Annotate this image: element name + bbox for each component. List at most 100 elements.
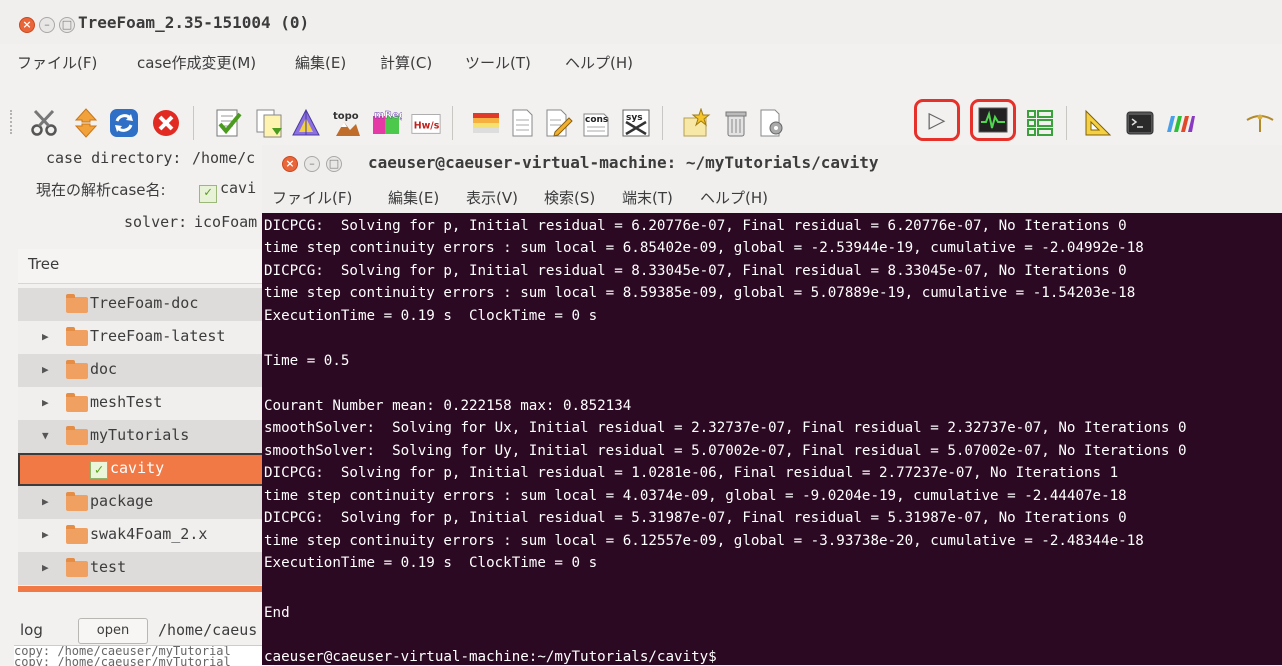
hwos-icon[interactable]: Hw/s: [410, 107, 442, 139]
terminal-line: ExecutionTime = 0.19 s ClockTime = 0 s: [264, 308, 598, 324]
play-glyph: ▷: [928, 107, 946, 133]
topo-text: topo: [333, 111, 359, 122]
tree-item-swak4foam[interactable]: ▶ swak4Foam_2.x: [18, 519, 278, 552]
terminal-output[interactable]: DICPCG: Solving for p, Initial residual …: [262, 213, 1282, 665]
terminal-line: DICPCG: Solving for p, Initial residual …: [264, 465, 1119, 481]
toolbar-separator: [193, 106, 194, 140]
tree-item-treefoam-latest[interactable]: ▶ TreeFoam-latest: [18, 321, 278, 354]
run-play-icon[interactable]: ▷: [921, 104, 953, 136]
log-path: /home/caeus: [158, 621, 258, 639]
terminal-minimize-button[interactable]: –: [304, 156, 320, 172]
menu-calc[interactable]: 計算(C): [380, 52, 432, 73]
tree-item-label: package: [90, 492, 154, 510]
stop-icon[interactable]: [150, 107, 182, 139]
open-button[interactable]: open: [78, 618, 148, 644]
terminal-menu-help[interactable]: ヘルプ(H): [700, 187, 768, 208]
checklist-icon[interactable]: [212, 107, 244, 139]
solver-value: icoFoam: [194, 213, 258, 231]
terminal-line: smoothSolver: Solving for Ux, Initial re…: [264, 420, 1187, 436]
toolbar-separator: [452, 106, 453, 140]
terminal-menu-view[interactable]: 表示(V): [466, 187, 518, 208]
trash-icon[interactable]: [720, 107, 752, 139]
tree-item-label: doc: [90, 360, 118, 378]
tree-item-label: myTutorials: [90, 426, 190, 444]
refresh-icon[interactable]: [108, 107, 140, 139]
grid-table-icon[interactable]: [470, 107, 502, 139]
tree-item-mytutorials[interactable]: ▼ myTutorials: [18, 420, 278, 453]
menu-file[interactable]: ファイル(F): [17, 52, 97, 73]
current-case-label: 現在の解析case名:: [36, 181, 166, 199]
tree-item-test[interactable]: ▶ test: [18, 552, 278, 585]
solver-label: solver:: [124, 213, 188, 231]
tree-item-cavity[interactable]: ✓ cavity: [18, 453, 278, 486]
folder-icon: [66, 426, 88, 445]
terminal-title: caeuser@caeuser-virtual-machine: ~/myTut…: [368, 153, 879, 172]
topo-icon[interactable]: topo: [330, 107, 362, 139]
grid-layout-icon[interactable]: [1024, 107, 1056, 139]
terminal-menu-search[interactable]: 検索(S): [544, 187, 595, 208]
terminal-line: time step continuity errors : sum local …: [264, 240, 1144, 256]
star-folder-icon[interactable]: [680, 107, 712, 139]
document-icon[interactable]: [506, 107, 538, 139]
scissors-icon[interactable]: [28, 107, 60, 139]
case-check-icon: ✓: [199, 185, 217, 203]
terminal-line: ExecutionTime = 0.19 s ClockTime = 0 s: [264, 555, 598, 571]
sys-icon[interactable]: sys: [620, 107, 652, 139]
expand-arrow-icon[interactable]: ▶: [42, 330, 49, 343]
window-close-button[interactable]: ×: [19, 17, 35, 33]
window-title: TreeFoam_2.35-151004 (0): [78, 13, 310, 32]
expand-arrow-icon[interactable]: ▶: [42, 363, 49, 376]
wing-icon[interactable]: [1244, 107, 1276, 139]
tree-item-meshtest[interactable]: ▶ meshTest: [18, 387, 278, 420]
terminal-icon[interactable]: [1124, 107, 1156, 139]
tree-item-doc[interactable]: ▶ doc: [18, 354, 278, 387]
paraview-icon[interactable]: [1164, 107, 1196, 139]
window-minimize-button[interactable]: –: [39, 17, 55, 33]
case-check-icon: ✓: [90, 461, 108, 479]
menu-edit[interactable]: 編集(E): [295, 52, 346, 73]
current-case-name: cavi: [220, 179, 257, 197]
terminal-menu-file[interactable]: ファイル(F): [272, 187, 352, 208]
case-directory-value: /home/c: [192, 149, 256, 167]
edit-document-icon[interactable]: [542, 107, 574, 139]
expand-arrow-icon[interactable]: ▶: [42, 561, 49, 574]
terminal-line: smoothSolver: Solving for Uy, Initial re…: [264, 443, 1187, 459]
expand-arrow-icon[interactable]: ▶: [42, 528, 49, 541]
terminal-line: End: [264, 605, 290, 621]
tree-header[interactable]: Tree: [18, 249, 278, 284]
log-label: log: [20, 621, 43, 639]
menubar: ファイル(F) case作成変更(M) 編集(E) 計算(C) ツール(T) ヘ…: [0, 52, 1282, 78]
copy-case-icon[interactable]: [254, 107, 286, 139]
window-maximize-button[interactable]: □: [59, 17, 75, 33]
tree-item-treefoam-doc[interactable]: TreeFoam-doc: [18, 288, 278, 321]
menu-tools[interactable]: ツール(T): [465, 52, 531, 73]
plot-residual-icon[interactable]: [977, 104, 1009, 136]
cons-icon[interactable]: cons: [580, 107, 612, 139]
tree-header-label: Tree: [28, 255, 60, 273]
up-down-arrow-icon[interactable]: [70, 107, 102, 139]
terminal-menu-terminal[interactable]: 端末(T): [622, 187, 673, 208]
terminal-close-button[interactable]: ×: [282, 156, 298, 172]
tree-item-package[interactable]: ▶ package: [18, 486, 278, 519]
terminal-line: DICPCG: Solving for p, Initial residual …: [264, 218, 1127, 234]
terminal-menu-edit[interactable]: 編集(E): [388, 187, 439, 208]
terminal-menubar: ファイル(F) 編集(E) 表示(V) 検索(S) 端末(T) ヘルプ(H): [262, 183, 1282, 213]
terminal-maximize-button[interactable]: □: [326, 156, 342, 172]
menu-help[interactable]: ヘルプ(H): [565, 52, 633, 73]
menu-case[interactable]: case作成変更(M): [137, 52, 256, 73]
mreg-icon[interactable]: mReg: [370, 107, 402, 139]
toolbar-separator: [662, 106, 663, 140]
tree-item-label: swak4Foam_2.x: [90, 525, 208, 543]
terminal-line: DICPCG: Solving for p, Initial residual …: [264, 510, 1127, 526]
log-output: copy: /home/caeuser/myTutorial copy: /ho…: [14, 645, 274, 666]
ruler-icon[interactable]: [1082, 107, 1114, 139]
folder-icon: [66, 360, 88, 379]
terminal-line: Courant Number mean: 0.222158 max: 0.852…: [264, 398, 632, 414]
mesh-triangle-icon[interactable]: [290, 107, 322, 139]
toolbar-grip: [10, 110, 15, 134]
expand-arrow-icon[interactable]: ▶: [42, 495, 49, 508]
expand-arrow-icon[interactable]: ▶: [42, 396, 49, 409]
collapse-arrow-icon[interactable]: ▼: [42, 429, 49, 442]
terminal-line: DICPCG: Solving for p, Initial residual …: [264, 263, 1127, 279]
file-settings-icon[interactable]: [756, 107, 788, 139]
